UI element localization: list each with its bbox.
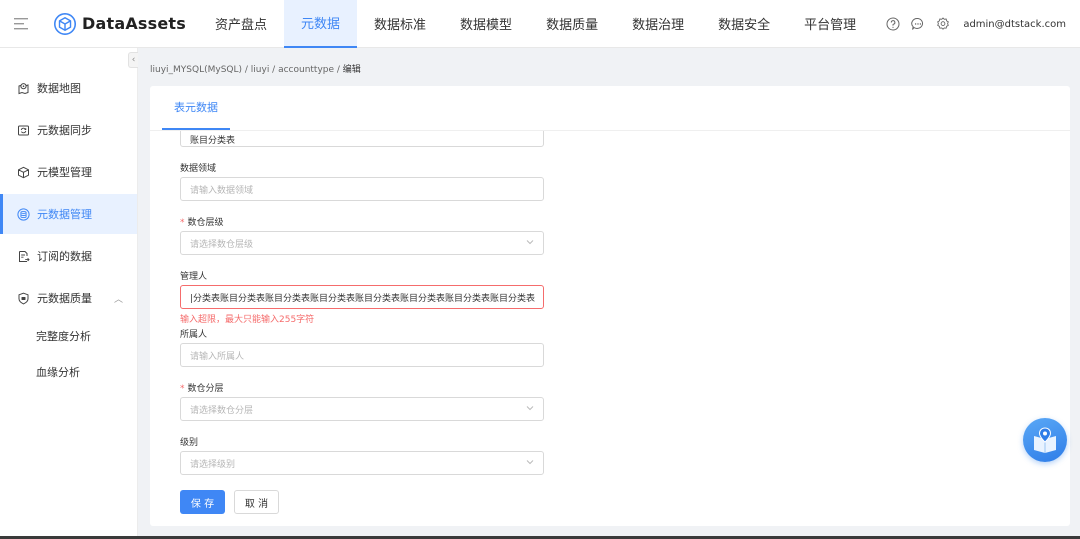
sidebar-item-metadata-quality[interactable]: 元数据质量 ︿ (0, 278, 137, 318)
subscribe-icon (17, 250, 30, 263)
nav-asset-inventory[interactable]: 资产盘点 (198, 0, 284, 48)
chevron-up-icon[interactable]: ︿ (114, 292, 123, 305)
metadata-form: 账目分类表 数据领域 请输入数据领域 * 数仓层级 请选择数仓层级 管理人 |分类… (150, 131, 1070, 479)
menu-icon[interactable] (0, 0, 42, 48)
map-pin-book-icon (1034, 427, 1056, 453)
sidebar-collapse-toggle[interactable]: ‹ (128, 52, 138, 68)
message-icon[interactable] (911, 17, 925, 31)
nav-metadata[interactable]: 元数据 (284, 0, 358, 48)
sidebar-item-label: 数据地图 (37, 82, 81, 95)
sidebar-item-meta-model[interactable]: 元模型管理 (0, 152, 137, 192)
manager-label: 管理人 (180, 272, 208, 282)
sidebar-item-label: 元模型管理 (37, 166, 92, 179)
sidebar-item-subscribed-data[interactable]: 订阅的数据 (0, 236, 137, 276)
nav-data-standard[interactable]: 数据标准 (357, 0, 443, 48)
dw-layer-select[interactable]: 请选择数仓分层 (180, 397, 544, 421)
sidebar-item-metadata-management[interactable]: 元数据管理 (0, 194, 137, 234)
breadcrumb-path[interactable]: liuyi_MYSQL(MySQL) / liuyi / accounttype… (150, 65, 343, 75)
chevron-down-icon (526, 460, 534, 465)
nav-data-quality[interactable]: 数据质量 (529, 0, 615, 48)
top-header: DataAssets 资产盘点 元数据 数据标准 数据模型 数据质量 数据治理 … (0, 0, 1080, 48)
chevron-down-icon (526, 406, 534, 411)
sidebar-subitem-lineage[interactable]: 血缘分析 (0, 355, 137, 389)
owner-label: 所属人 (180, 330, 208, 340)
assistant-float-button[interactable] (1023, 418, 1067, 462)
chevron-down-icon (526, 240, 534, 245)
data-domain-input[interactable]: 请输入数据领域 (180, 177, 544, 201)
dw-level-select[interactable]: 请选择数仓层级 (180, 231, 544, 255)
settings-icon[interactable] (936, 17, 950, 31)
grade-select[interactable]: 请选择级别 (180, 451, 544, 475)
sidebar-item-label: 元数据质量 (37, 292, 92, 305)
sync-icon (17, 124, 30, 137)
sidebar-item-label: 订阅的数据 (37, 250, 92, 263)
cube-icon (17, 166, 30, 179)
help-icon[interactable] (886, 17, 900, 31)
tab-bar: 表元数据 (162, 86, 230, 130)
dw-layer-label: * 数仓分层 (180, 384, 224, 394)
app-logo[interactable]: DataAssets (54, 10, 186, 38)
nav-data-model[interactable]: 数据模型 (443, 0, 529, 48)
sidebar-item-metadata-sync[interactable]: 元数据同步 (0, 110, 137, 150)
data-domain-label: 数据领域 (180, 164, 217, 174)
shield-icon (17, 292, 30, 305)
user-account[interactable]: admin@dtstack.com (963, 19, 1066, 30)
manager-input[interactable]: |分类表账目分类表账目分类表账目分类表账目分类表账目分类表账目分类表账目分类表 (180, 285, 544, 309)
sidebar-subitem-completeness[interactable]: 完整度分析 (0, 319, 137, 353)
nav-data-security[interactable]: 数据安全 (701, 0, 787, 48)
map-icon (17, 82, 30, 95)
grade-label: 级别 (180, 438, 199, 448)
breadcrumb-current: 编辑 (342, 65, 361, 75)
table-comment-input[interactable]: 账目分类表 (180, 131, 544, 147)
dw-level-label: * 数仓层级 (180, 218, 224, 228)
cancel-button[interactable]: 取 消 (234, 490, 279, 514)
tab-table-metadata[interactable]: 表元数据 (162, 86, 230, 130)
save-button[interactable]: 保 存 (180, 490, 225, 514)
cube-logo-icon (54, 12, 77, 35)
header-actions: admin@dtstack.com (886, 0, 1066, 48)
sidebar-item-label: 元数据同步 (37, 124, 92, 137)
nav-data-governance[interactable]: 数据治理 (615, 0, 701, 48)
manager-error-message: 输入超限，最大只能输入255字符 (180, 315, 315, 325)
main-nav: 资产盘点 元数据 数据标准 数据模型 数据质量 数据治理 数据安全 平台管理 (198, 0, 873, 48)
sidebar-item-label: 元数据管理 (37, 208, 92, 221)
app-name: DataAssets (82, 14, 186, 33)
sidebar: 数据地图 元数据同步 元模型管理 元数据管理 订阅的数据 元数据质量 ︿ 完整度… (0, 48, 138, 539)
database-icon (17, 207, 30, 221)
sidebar-item-data-map[interactable]: 数据地图 (0, 68, 137, 108)
edit-card: 表元数据 账目分类表 数据领域 请输入数据领域 * 数仓层级 请选择数仓层级 管理… (150, 86, 1070, 526)
owner-input[interactable]: 请输入所属人 (180, 343, 544, 367)
breadcrumb: liuyi_MYSQL(MySQL) / liuyi / accounttype… (150, 62, 361, 75)
nav-platform-admin[interactable]: 平台管理 (787, 0, 873, 48)
